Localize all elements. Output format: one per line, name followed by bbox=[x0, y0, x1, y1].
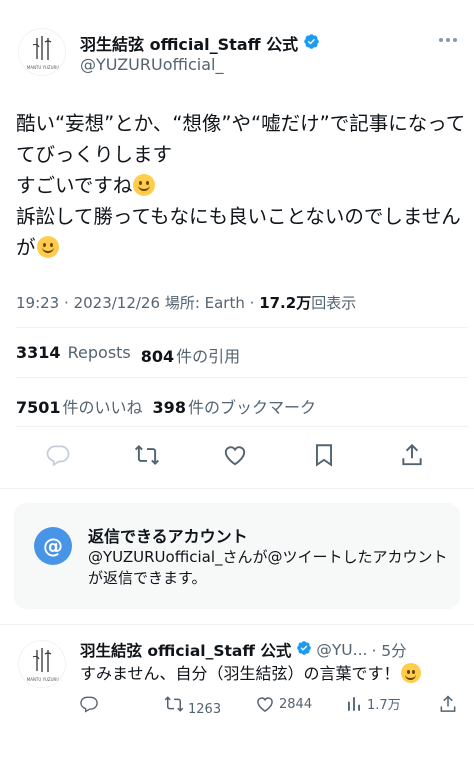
reposts-link[interactable]: 3314 Reposts bbox=[16, 343, 131, 367]
reply-reply-button[interactable] bbox=[79, 694, 99, 714]
repost-stats: 3314 Reposts 804 件の引用 bbox=[16, 343, 240, 367]
more-options-icon[interactable] bbox=[436, 33, 460, 47]
author-name[interactable]: 羽生結弦 official_Staff 公式 bbox=[80, 31, 298, 55]
divider bbox=[16, 426, 468, 427]
reply-restriction-description: @YUZURUofficial_さんが@ツイートしたアカウントが返信できます。 bbox=[88, 548, 448, 587]
tweet-meta: 19:23 · 2023/12/26 場所: Earth · 17.2万回表示 bbox=[16, 294, 357, 312]
tweet-time[interactable]: 19:23 bbox=[16, 294, 59, 312]
at-sign-icon: @ bbox=[34, 527, 72, 565]
reply-views-button[interactable]: 1.7万 bbox=[345, 694, 401, 713]
reply-like-button[interactable]: 2844 bbox=[255, 694, 312, 714]
reply-action-bar: 1263 2844 1.7万 bbox=[0, 694, 474, 717]
verified-badge-icon bbox=[303, 33, 320, 54]
tweet-location: 場所: Earth bbox=[164, 294, 245, 312]
svg-text:MANTU YUZURU: MANTU YUZURU bbox=[27, 65, 60, 70]
like-icon[interactable] bbox=[222, 442, 248, 468]
reply-avatar[interactable]: MANTU YUZURU bbox=[18, 640, 66, 688]
avatar[interactable]: MANTU YUZURU bbox=[18, 28, 66, 76]
smiling-face-icon bbox=[36, 236, 59, 258]
smiling-face-icon bbox=[400, 663, 421, 683]
yuzuru-logo: MANTU YUZURU bbox=[19, 641, 65, 687]
yuzuru-logo: MANTU YUZURU bbox=[19, 29, 65, 75]
reply-like-count: 2844 bbox=[279, 696, 313, 712]
tweet-line-5: が bbox=[16, 236, 36, 259]
share-icon bbox=[440, 695, 456, 712]
tweet-line: が bbox=[16, 232, 468, 263]
reply-author-handle[interactable]: @YU... bbox=[316, 641, 367, 659]
reply-restriction-card: @ 返信できるアカウント @YUZURUofficial_さんが@ツイートしたア… bbox=[14, 503, 460, 609]
reply-author-name[interactable]: 羽生結弦 official_Staff 公式 bbox=[80, 639, 291, 661]
repost-icon[interactable] bbox=[134, 442, 160, 468]
reply-author-row: 羽生結弦 official_Staff 公式 @YU... · 5分 bbox=[80, 639, 407, 661]
share-icon[interactable] bbox=[399, 442, 425, 468]
tweet-line-4: 訴訟して勝ってもなにも良いことないのでしません bbox=[16, 205, 461, 228]
quotes-link[interactable]: 804 件の引用 bbox=[141, 343, 240, 367]
repost-icon bbox=[164, 696, 184, 712]
tweet-date[interactable]: 2023/12/26 bbox=[74, 294, 160, 312]
like-icon bbox=[257, 697, 273, 712]
divider bbox=[0, 488, 474, 489]
tweet-text: 酷い“妄想”とか、“想像”や“嘘だけ”で記事になって てびっくりします すごいで… bbox=[16, 108, 468, 263]
reply-share-button[interactable] bbox=[438, 694, 458, 714]
action-bar bbox=[0, 440, 474, 470]
reply-repost-count: 1263 bbox=[188, 701, 222, 717]
divider bbox=[16, 377, 468, 378]
tweet-line: 訴訟して勝ってもなにも良いことないのでしません bbox=[16, 201, 468, 232]
like-stats: 7501 件のいいね 398 件のブックマーク bbox=[16, 394, 316, 418]
verified-badge-icon bbox=[296, 640, 312, 660]
reply-repost-button[interactable]: 1263 bbox=[164, 694, 222, 717]
tweet-line: 酷い“妄想”とか、“想像”や“嘘だけ”で記事になって bbox=[16, 112, 466, 135]
reply-text: すみません、自分（羽生結弦）の言葉です！ bbox=[80, 660, 421, 684]
reply-icon bbox=[80, 696, 98, 713]
author-handle[interactable]: @YUZURUofficial_ bbox=[80, 55, 223, 74]
divider bbox=[0, 624, 474, 625]
divider bbox=[16, 327, 468, 328]
tweet-line: てびっくりします bbox=[16, 143, 173, 166]
bookmarks-link[interactable]: 398 件のブックマーク bbox=[153, 394, 316, 418]
reply-icon[interactable] bbox=[45, 442, 71, 468]
views-icon bbox=[348, 696, 360, 711]
view-label: 回表示 bbox=[311, 294, 357, 312]
reply-time[interactable]: · 5分 bbox=[371, 639, 406, 661]
likes-link[interactable]: 7501 件のいいね bbox=[16, 394, 143, 418]
view-count: 17.2万 bbox=[259, 294, 312, 312]
bookmark-icon[interactable] bbox=[311, 442, 337, 468]
reply-restriction-title: 返信できるアカウント bbox=[88, 527, 248, 546]
smiling-face-icon bbox=[133, 174, 156, 196]
author-name-row: 羽生結弦 official_Staff 公式 bbox=[80, 31, 320, 55]
author-handle-row: @YUZURUofficial_ bbox=[80, 55, 223, 74]
svg-text:MANTU YUZURU: MANTU YUZURU bbox=[27, 677, 60, 682]
reply-view-count: 1.7万 bbox=[367, 698, 401, 713]
tweet-line: すごいですね bbox=[16, 170, 468, 201]
